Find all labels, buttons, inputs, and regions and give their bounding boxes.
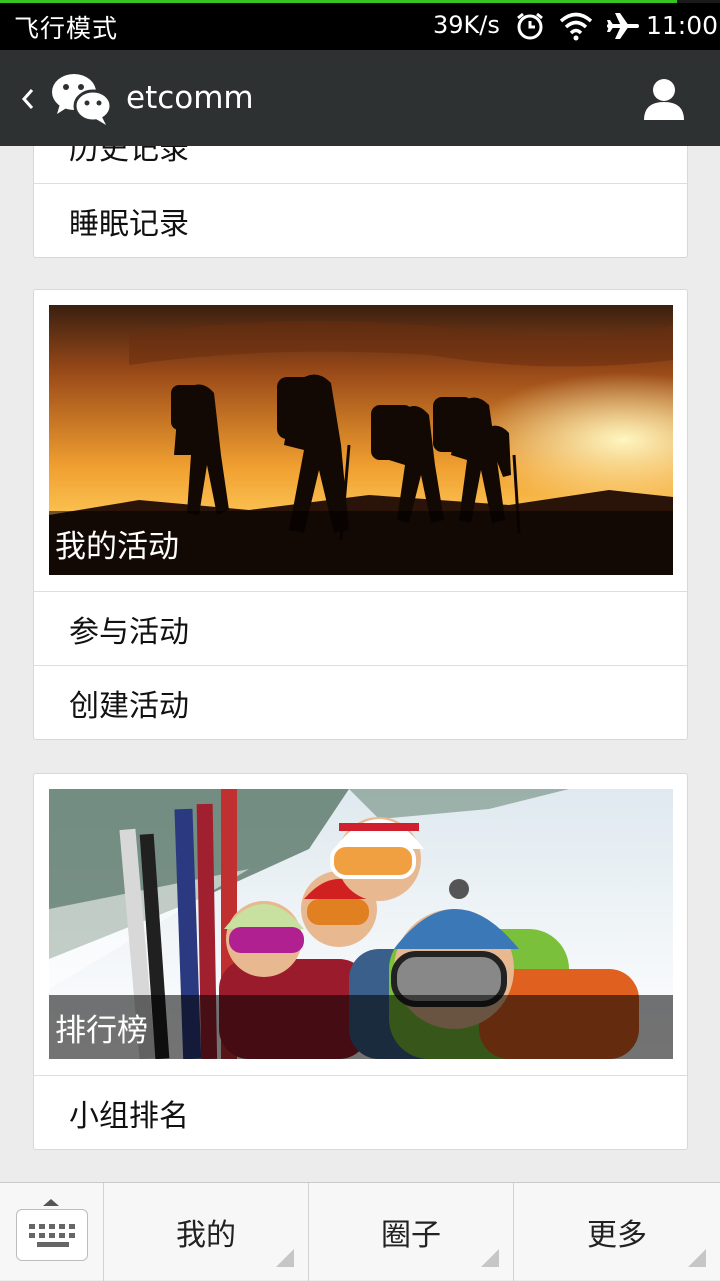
- menu-item-label: 历史记录: [69, 146, 189, 167]
- banner-caption: 排行榜: [49, 995, 673, 1059]
- menu-item-sleep[interactable]: 睡眠记录: [34, 183, 687, 257]
- tab-label: 我的: [176, 1218, 236, 1253]
- menu-item-history[interactable]: 历史记录: [34, 146, 687, 183]
- submenu-corner-icon: [276, 1249, 294, 1267]
- keyboard-toggle-button[interactable]: [0, 1183, 104, 1281]
- menu-item-label: 创建活动: [69, 688, 189, 724]
- back-arrow-icon[interactable]: [18, 82, 40, 116]
- menu-item-label: 参与活动: [69, 614, 189, 650]
- airplane-icon: [607, 11, 639, 45]
- submenu-corner-icon: [481, 1249, 499, 1267]
- nav-bar: etcomm: [0, 50, 720, 146]
- menu-item-group-ranking[interactable]: 小组排名: [34, 1075, 687, 1149]
- activity-card: 我的活动 参与活动 创建活动: [33, 289, 688, 740]
- scroll-content[interactable]: 历史记录 睡眠记录 我的活动 参与活动 创建活动 排行榜 小组排名: [0, 146, 720, 1182]
- tab-label: 圈子: [381, 1218, 441, 1253]
- activity-banner[interactable]: 我的活动: [49, 305, 673, 575]
- menu-item-join-activity[interactable]: 参与活动: [34, 591, 687, 665]
- airplane-mode-label: 飞行模式: [14, 14, 119, 43]
- menu-item-label: 睡眠记录: [69, 206, 189, 242]
- menu-item-label: 小组排名: [69, 1098, 189, 1134]
- banner-caption: 我的活动: [49, 511, 673, 575]
- tab-circle[interactable]: 圈子: [309, 1183, 514, 1281]
- ranking-banner[interactable]: 排行榜: [49, 789, 673, 1059]
- tab-more[interactable]: 更多: [514, 1183, 720, 1281]
- tab-label: 更多: [587, 1218, 647, 1253]
- profile-icon[interactable]: [642, 78, 686, 120]
- network-speed: 39K/s: [433, 11, 500, 39]
- tab-mine[interactable]: 我的: [104, 1183, 309, 1281]
- nav-title: etcomm: [126, 80, 254, 116]
- wechat-logo-icon: [50, 70, 113, 126]
- alarm-icon: [515, 11, 545, 45]
- menu-item-create-activity[interactable]: 创建活动: [34, 665, 687, 739]
- bottom-tab-bar: 我的 圈子 更多: [0, 1182, 720, 1281]
- status-bar: 飞行模式 39K/s 11:00: [0, 3, 720, 50]
- wifi-icon: [559, 11, 593, 45]
- clock: 11:00: [646, 11, 719, 40]
- records-card: 历史记录 睡眠记录: [33, 146, 688, 258]
- ranking-card: 排行榜 小组排名: [33, 773, 688, 1150]
- submenu-corner-icon: [688, 1249, 706, 1267]
